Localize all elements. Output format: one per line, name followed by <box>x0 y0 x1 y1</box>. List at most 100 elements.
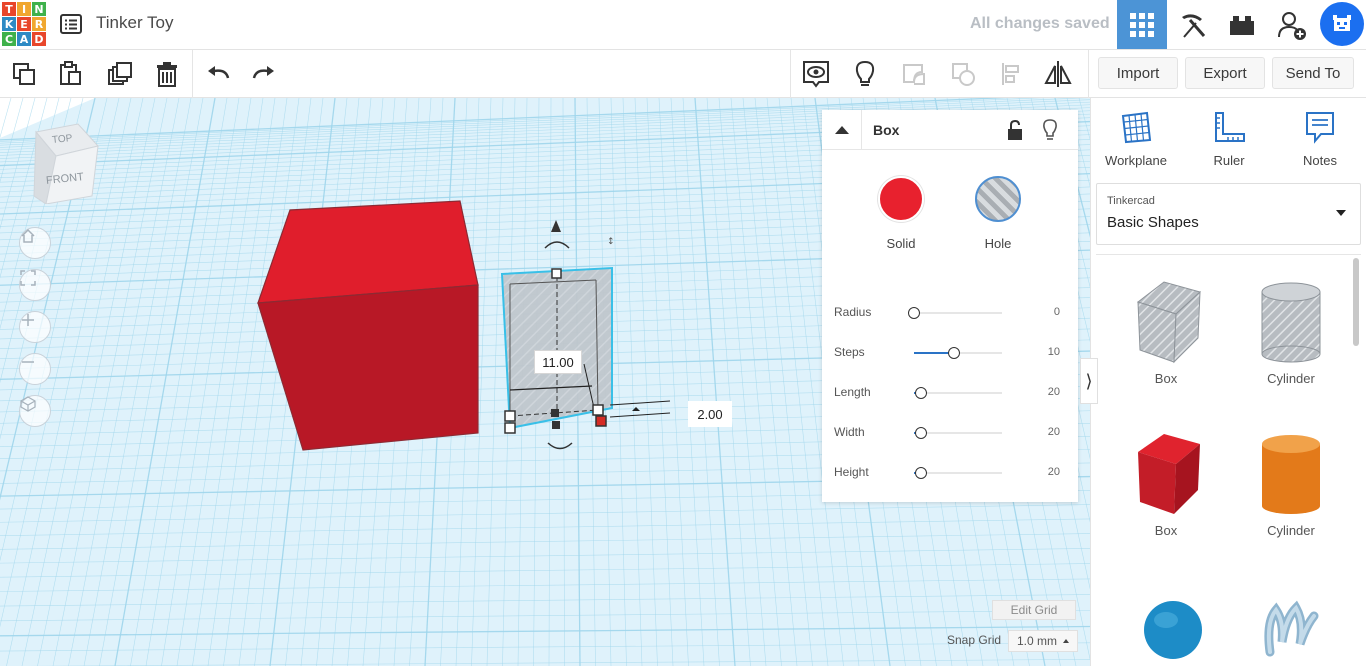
solid-option[interactable]: Solid <box>866 176 936 251</box>
lock-button[interactable] <box>1006 119 1024 146</box>
shapes-sidebar: Workplane Ruler Notes Tinkercad Basic Sh… <box>1090 98 1366 666</box>
delete-button[interactable] <box>151 58 183 90</box>
shape-library-select[interactable]: Tinkercad Basic Shapes <box>1096 183 1361 245</box>
red-box-shape[interactable] <box>257 200 479 451</box>
logo-letter: E <box>17 17 31 31</box>
property-slider-knob[interactable] <box>915 387 928 399</box>
send-to-button[interactable]: Send To <box>1272 57 1354 89</box>
notes-tool[interactable]: Notes <box>1280 110 1360 168</box>
hole-option[interactable]: Hole <box>963 176 1033 251</box>
add-user-icon <box>1278 11 1306 40</box>
codeblocks-button[interactable] <box>1167 0 1217 49</box>
fit-all-button[interactable] <box>19 269 51 301</box>
home-view-button[interactable] <box>19 227 51 259</box>
export-button[interactable]: Export <box>1185 57 1265 89</box>
view-cube-top-label[interactable]: TOP <box>51 133 72 146</box>
shape-cylinder-hole[interactable]: Cylinder <box>1236 278 1346 386</box>
elevation-dimension-label[interactable]: 2.00 <box>688 401 732 427</box>
fit-all-icon <box>20 270 36 286</box>
shape-box-hole[interactable]: Box <box>1111 278 1221 386</box>
shape-sphere[interactable] <box>1118 592 1228 671</box>
box-solid-icon <box>1138 434 1200 514</box>
logo-letter: A <box>17 32 31 46</box>
tinkercad-logo[interactable]: TIN KER CAD <box>2 2 46 46</box>
user-avatar[interactable] <box>1320 2 1364 46</box>
shape-scribble[interactable] <box>1236 592 1346 671</box>
bricks-button[interactable] <box>1217 0 1267 49</box>
paste-button[interactable] <box>54 58 86 90</box>
caret-up-icon <box>1063 639 1069 643</box>
property-slider-knob[interactable] <box>947 347 960 359</box>
shape-label: Box <box>1154 523 1178 538</box>
width-dimension-label[interactable]: 11.00 <box>534 350 582 374</box>
cylinder-hole-icon <box>1261 282 1321 363</box>
view-cube[interactable]: TOP FRONT <box>30 122 102 204</box>
copy-button[interactable] <box>8 58 40 90</box>
toolbar-divider <box>192 50 193 98</box>
hint-button[interactable] <box>849 58 881 90</box>
inspector-header: Box <box>822 110 1078 150</box>
property-row-steps: Steps 10 <box>834 343 1072 363</box>
property-row-radius: Radius 0 <box>834 303 1072 323</box>
pickaxe-icon <box>1182 13 1206 38</box>
delete-icon <box>157 62 177 87</box>
perspective-button[interactable] <box>19 395 51 427</box>
shape-box-solid[interactable]: Box <box>1111 430 1221 538</box>
property-value[interactable]: 20 <box>1048 466 1060 478</box>
shape-label: Box <box>1154 371 1178 386</box>
redo-button[interactable] <box>248 58 280 90</box>
edit-grid-button[interactable]: Edit Grid <box>992 600 1076 620</box>
logo-letter: N <box>32 2 46 16</box>
property-label: Radius <box>834 305 872 319</box>
notes-icon <box>1306 112 1334 144</box>
caret-up-icon <box>834 126 849 134</box>
property-slider-track[interactable] <box>914 392 1002 394</box>
perspective-icon <box>20 396 36 412</box>
hole-swatch[interactable] <box>975 176 1021 222</box>
logo-letter: T <box>2 2 16 16</box>
svg-text:↕: ↕ <box>607 237 615 247</box>
property-slider-knob[interactable] <box>908 307 920 319</box>
property-value[interactable]: 10 <box>1048 346 1060 358</box>
ruler-label: Ruler <box>1213 153 1245 168</box>
sidebar-scrollbar[interactable] <box>1353 258 1359 346</box>
library-source-label: Tinkercad <box>1107 195 1155 207</box>
duplicate-button[interactable] <box>104 58 136 90</box>
invite-people-button[interactable] <box>1267 0 1317 49</box>
shape-cylinder-solid[interactable]: Cylinder <box>1236 430 1346 538</box>
property-row-length: Length 20 <box>834 383 1072 403</box>
zoom-in-button[interactable] <box>19 311 51 343</box>
cylinder-solid-icon <box>1262 435 1320 514</box>
import-button[interactable]: Import <box>1098 57 1178 89</box>
property-value[interactable]: 20 <box>1048 426 1060 438</box>
property-value[interactable]: 0 <box>1054 306 1060 318</box>
group-button <box>898 58 930 90</box>
ungroup-button <box>947 58 979 90</box>
undo-button[interactable] <box>202 58 234 90</box>
property-slider-track[interactable] <box>914 312 1002 314</box>
design-menu-icon[interactable] <box>59 12 83 36</box>
panel-toggle-button[interactable]: ⟩ <box>1080 358 1098 404</box>
notes-label: Notes <box>1303 153 1337 168</box>
inspector-title: Box <box>873 122 900 138</box>
3d-design-view-button[interactable] <box>1117 0 1167 49</box>
mirror-button[interactable] <box>1042 58 1074 90</box>
home-view-icon <box>21 228 35 243</box>
show-all-button[interactable] <box>800 58 832 90</box>
inspector-collapse-button[interactable] <box>822 110 862 150</box>
workplane-tool[interactable]: Workplane <box>1096 110 1176 168</box>
solid-color-swatch[interactable] <box>878 176 924 222</box>
property-label: Steps <box>834 345 865 359</box>
bulb-icon <box>1043 119 1057 140</box>
snap-grid-label: Snap Grid <box>947 633 1002 647</box>
design-title[interactable]: Tinker Toy <box>96 13 173 33</box>
ruler-tool[interactable]: Ruler <box>1189 110 1269 168</box>
property-slider-knob[interactable] <box>915 467 928 479</box>
property-value[interactable]: 20 <box>1048 386 1060 398</box>
property-slider-track[interactable] <box>914 432 1002 434</box>
hide-button[interactable] <box>1041 118 1059 147</box>
property-slider-knob[interactable] <box>915 427 928 439</box>
property-slider-track[interactable] <box>914 472 1002 474</box>
zoom-out-button[interactable] <box>19 353 51 385</box>
snap-grid-select[interactable]: 1.0 mm <box>1008 630 1078 652</box>
